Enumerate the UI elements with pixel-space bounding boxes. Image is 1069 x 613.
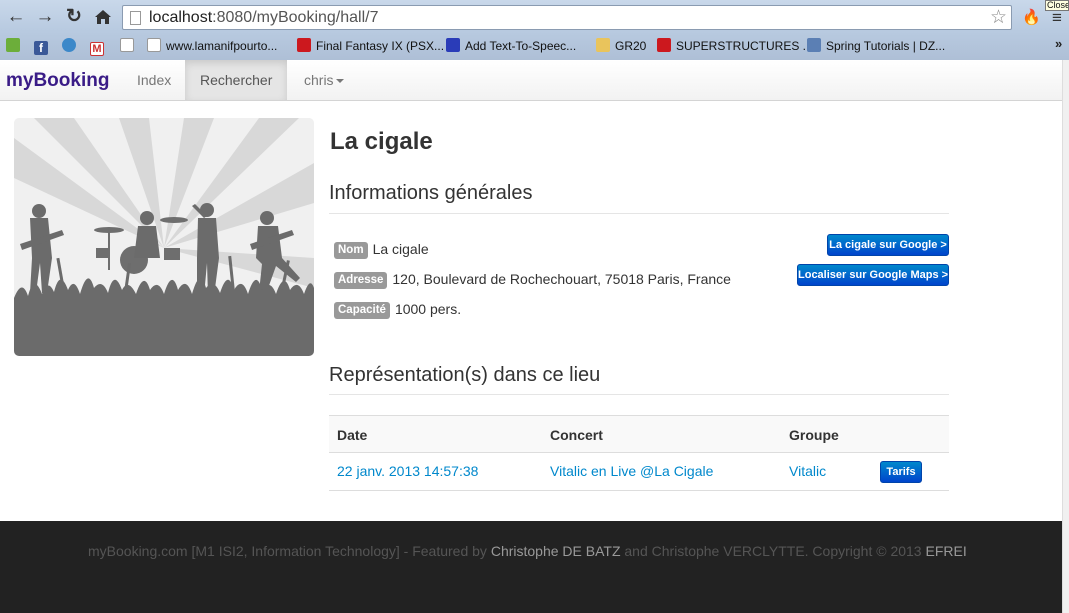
url-path: :8080/myBooking/hall/7 (212, 9, 379, 26)
table-header: Date Concert Groupe (329, 415, 949, 453)
field-label: Nom (334, 242, 368, 259)
field-adresse: Adresse 120, Boulevard de Rochechouart, 7… (334, 270, 731, 289)
dzone-icon (807, 38, 821, 52)
apps-icon[interactable] (6, 37, 25, 55)
site-navbar: myBooking Index Rechercher chris (0, 60, 1062, 101)
close-tooltip: Close (1045, 0, 1069, 11)
browser-toolbar: ← → ↻ localhost:8080/myBooking/hall/7 ☆ … (0, 0, 1069, 34)
nav-user-dropdown[interactable]: chris (289, 60, 359, 100)
field-value: La cigale (372, 241, 429, 257)
page-icon (147, 38, 161, 52)
table-row: 22 janv. 2013 14:57:38 Vitalic en Live @… (329, 453, 949, 491)
author-link[interactable]: Christophe DE BATZ (491, 543, 621, 559)
bookmark-star-icon[interactable]: ☆ (990, 6, 1007, 29)
extension-flame-icon[interactable]: 🔥 (1022, 8, 1041, 26)
youtube-icon (657, 38, 671, 52)
representations-heading: Représentation(s) dans ce lieu (329, 364, 601, 386)
divider (329, 213, 949, 214)
caret-down-icon (335, 79, 344, 84)
page-icon (130, 11, 141, 25)
gmail-icon[interactable]: M (90, 37, 109, 56)
folder-icon (596, 38, 610, 52)
extension-icon (446, 38, 460, 52)
bookmark-label: SUPERSTRUCTURES ... (676, 39, 813, 53)
bookmark-5[interactable]: Spring Tutorials | DZ... (807, 37, 945, 55)
field-label: Capacité (334, 302, 390, 319)
info-heading: Informations générales (329, 182, 533, 204)
page-footer: myBooking.com [M1 ISI2, Information Tech… (0, 521, 1062, 613)
bookmark-2[interactable]: Add Text-To-Speec... (446, 37, 576, 55)
footer-copyright: and Christophe VERCLYTTE. Copyright © 20… (620, 543, 926, 559)
youtube-icon (297, 38, 311, 52)
footer-credits: myBooking.com [M1 ISI2, Information Tech… (88, 543, 491, 559)
bookmark-label: www.lamanifpourto... (166, 39, 278, 53)
back-arrow-icon[interactable]: ← (5, 6, 27, 28)
brand-logo[interactable]: myBooking (6, 70, 109, 92)
bookmark-0[interactable]: www.lamanifpourto... (147, 37, 277, 55)
field-value: 1000 pers. (394, 301, 462, 317)
bookmark-3[interactable]: GR20 (596, 37, 646, 55)
page-icon[interactable] (120, 37, 139, 55)
row-concert-link[interactable]: Vitalic en Live @La Cigale (550, 463, 713, 479)
venue-title: La cigale (330, 128, 433, 155)
reload-icon[interactable]: ↻ (63, 6, 85, 28)
footer-text: myBooking.com [M1 ISI2, Information Tech… (88, 543, 967, 559)
user-name: chris (304, 72, 334, 88)
url-host: localhost (149, 9, 213, 26)
browser-menu-icon[interactable]: ≡ (1052, 8, 1062, 28)
bookmark-1[interactable]: Final Fantasy IX (PSX... (297, 37, 444, 55)
globe-icon[interactable] (62, 37, 81, 55)
nav-rechercher[interactable]: Rechercher (185, 60, 288, 100)
field-capacite: Capacité 1000 pers. (334, 300, 462, 319)
bookmark-label: Final Fantasy IX (PSX... (316, 39, 445, 53)
google-search-button[interactable]: La cigale sur Google > (827, 234, 949, 256)
nav-index[interactable]: Index (122, 60, 186, 100)
forward-arrow-icon[interactable]: → (34, 6, 56, 28)
bookmark-label: Spring Tutorials | DZ... (826, 39, 946, 53)
field-nom: Nom La cigale (334, 240, 429, 259)
page-scrollbar[interactable] (1062, 60, 1069, 613)
tarifs-button[interactable]: Tarifs (880, 461, 922, 483)
facebook-icon[interactable]: f (34, 37, 53, 55)
home-icon[interactable] (92, 6, 114, 28)
efrei-link[interactable]: EFREI (925, 543, 966, 559)
column-header-groupe: Groupe (789, 427, 839, 443)
more-bookmarks-chevron-icon[interactable]: » (1055, 36, 1062, 51)
field-value: 120, Boulevard de Rochechouart, 75018 Pa… (392, 271, 731, 287)
divider (329, 394, 949, 395)
bookmarks-bar: f M www.lamanifpourto... Final Fantasy I… (0, 34, 1069, 58)
venue-image (14, 118, 314, 356)
address-bar[interactable]: localhost:8080/myBooking/hall/7 ☆ (122, 5, 1012, 30)
column-header-date: Date (337, 427, 368, 443)
field-label: Adresse (334, 272, 388, 289)
browser-chrome: ← → ↻ localhost:8080/myBooking/hall/7 ☆ … (0, 0, 1069, 60)
row-group-link[interactable]: Vitalic (789, 463, 826, 479)
google-maps-button[interactable]: Localiser sur Google Maps > (797, 264, 949, 286)
row-date-link[interactable]: 22 janv. 2013 14:57:38 (337, 463, 478, 479)
bookmark-label: GR20 (615, 39, 647, 53)
bookmark-label: Add Text-To-Speec... (465, 39, 577, 53)
bookmark-4[interactable]: SUPERSTRUCTURES ... (657, 37, 813, 55)
column-header-concert: Concert (550, 427, 603, 443)
